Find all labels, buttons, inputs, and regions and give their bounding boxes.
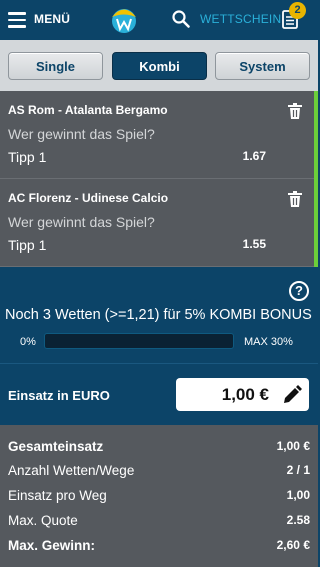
summary-row-stake-per-way: Einsatz pro Weg 1,00 [8, 488, 310, 508]
summary-label: Anzahl Wetten/Wege [8, 463, 135, 478]
bet-item: AS Rom - Atalanta Bergamo Wer gewinnt da… [0, 91, 318, 179]
selected-tip: Tipp 1 [8, 237, 47, 253]
trash-icon[interactable] [288, 191, 302, 207]
match-title: AS Rom - Atalanta Bergamo [8, 103, 168, 117]
bet-count-badge: 2 [289, 2, 306, 19]
brand-logo[interactable] [109, 4, 139, 34]
tab-single[interactable]: Single [8, 52, 103, 80]
summary-row-total-stake: Gesamteinsatz 1,00 € [8, 439, 310, 459]
summary-label: Max. Quote [8, 513, 78, 528]
summary-label: Gesamteinsatz [8, 439, 104, 454]
bet-summary: Gesamteinsatz 1,00 € Anzahl Wetten/Wege … [0, 425, 318, 567]
summary-row-max-odds: Max. Quote 2.58 [8, 513, 310, 533]
summary-value: 1,00 [286, 488, 310, 502]
market-question: Wer gewinnt das Spiel? [8, 214, 155, 230]
stake-row: Einsatz in EURO 1,00 € [0, 363, 318, 425]
bet-list: AS Rom - Atalanta Bergamo Wer gewinnt da… [0, 91, 318, 267]
app-header: MENÜ WETTSCHEIN 2 [0, 0, 318, 40]
bet-type-tabs: Single Kombi System [0, 40, 318, 91]
odd-value: 1.67 [242, 149, 266, 163]
summary-value: 2.58 [286, 513, 310, 527]
summary-row-max-win: Max. Gewinn: 2,60 € [8, 538, 310, 558]
trash-icon[interactable] [288, 103, 302, 119]
tab-system[interactable]: System [215, 52, 310, 80]
kombi-bonus-panel: ? Noch 3 Wetten (>=1,21) für 5% KOMBI BO… [0, 267, 318, 363]
market-question: Wer gewinnt das Spiel? [8, 126, 155, 142]
menu-button[interactable]: MENÜ [34, 12, 70, 26]
hamburger-menu-icon[interactable] [8, 12, 26, 28]
stake-label: Einsatz in EURO [8, 388, 110, 403]
summary-row-bet-count: Anzahl Wetten/Wege 2 / 1 [8, 463, 310, 483]
progress-max-label: MAX 30% [244, 336, 293, 348]
wettschein-button[interactable]: WETTSCHEIN [200, 12, 281, 26]
stake-input[interactable]: 1,00 € [176, 378, 309, 411]
match-title: AC Florenz - Udinese Calcio [8, 191, 169, 205]
selected-tip: Tipp 1 [8, 149, 47, 165]
tab-kombi[interactable]: Kombi [112, 52, 207, 80]
summary-value: 2 / 1 [286, 463, 310, 477]
search-icon[interactable] [172, 10, 190, 28]
bonus-progress-bar [44, 333, 234, 349]
summary-value: 2,60 € [276, 538, 310, 552]
summary-value: 1,00 € [276, 439, 310, 453]
stake-value[interactable]: 1,00 € [222, 385, 269, 405]
progress-min-label: 0% [20, 336, 36, 348]
summary-label: Einsatz pro Weg [8, 488, 107, 503]
selection-marker [314, 91, 318, 179]
bonus-hint: Noch 3 Wetten (>=1,21) für 5% KOMBI BONU… [5, 307, 312, 323]
help-icon[interactable]: ? [289, 281, 309, 301]
summary-label: Max. Gewinn: [8, 538, 96, 553]
selection-marker [314, 179, 318, 267]
pencil-icon[interactable] [281, 384, 303, 406]
bet-item: AC Florenz - Udinese Calcio Wer gewinnt … [0, 179, 318, 267]
odd-value: 1.55 [242, 237, 266, 251]
